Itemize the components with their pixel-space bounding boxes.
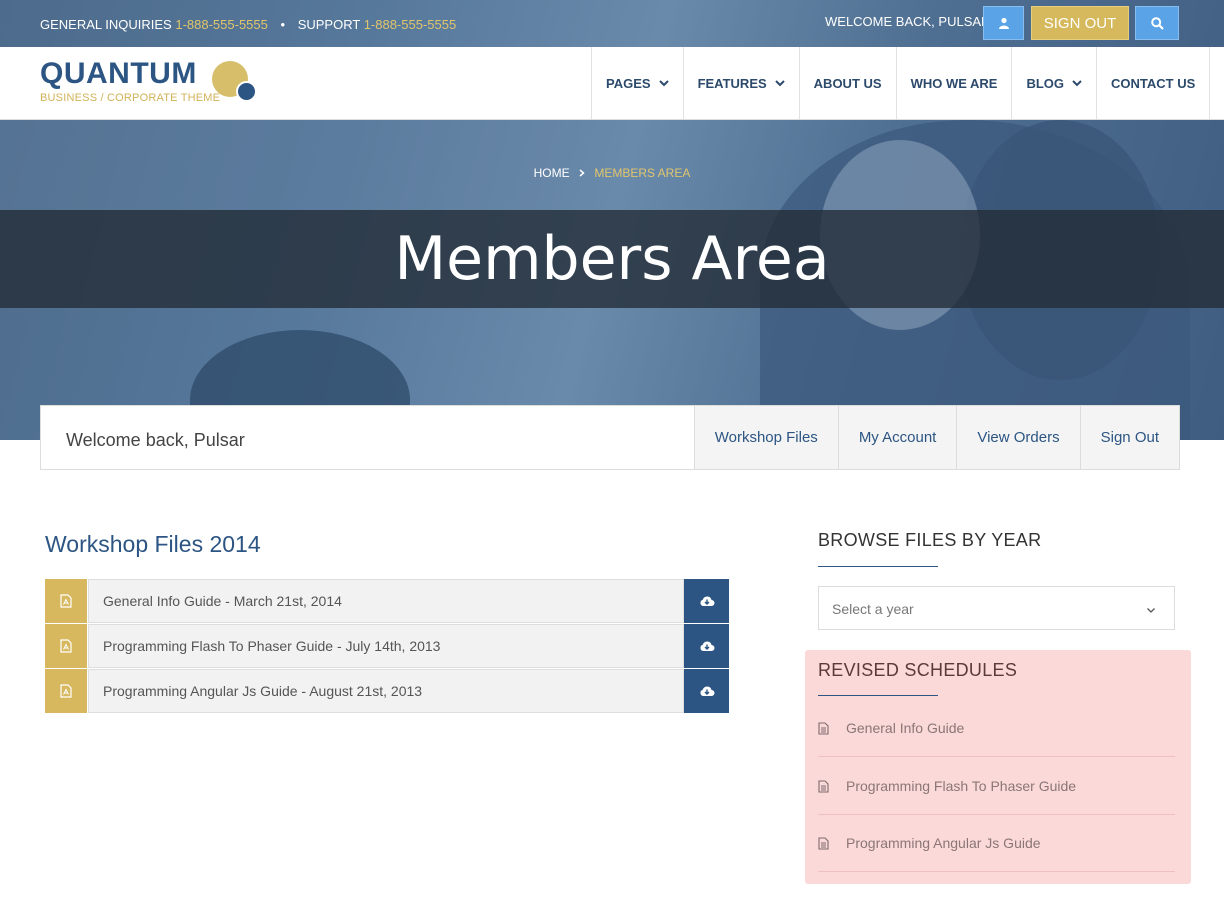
download-button[interactable] <box>684 579 729 623</box>
logo-tagline: BUSINESS / CORPORATE THEME <box>40 92 221 104</box>
separator-dot: • <box>280 17 286 32</box>
search-icon <box>1150 16 1164 30</box>
member-bar: Welcome back, Pulsar Workshop Files My A… <box>40 405 1180 470</box>
revised-schedule-item[interactable]: Programming Flash To Phaser Guide <box>818 758 1175 815</box>
main-nav: PAGES FEATURES ABOUT US WHO WE ARE BLOG … <box>591 47 1211 119</box>
revised-schedule-label: Programming Angular Js Guide <box>846 835 1041 851</box>
nav-label: CONTACT US <box>1111 75 1196 91</box>
pdf-file-icon <box>45 579 87 623</box>
logo[interactable]: QUANTUM BUSINESS / CORPORATE THEME <box>40 57 257 104</box>
chevron-down-icon <box>1072 79 1082 87</box>
support-label: SUPPORT <box>297 17 361 32</box>
document-icon <box>818 836 846 850</box>
title-underline <box>818 695 938 696</box>
revised-schedule-item[interactable]: Programming Angular Js Guide <box>818 815 1175 872</box>
breadcrumb-home[interactable]: HOME <box>534 166 570 180</box>
year-select[interactable]: Select a year <box>818 586 1175 630</box>
welcome-message: WELCOME BACK, PULSAR <box>825 14 991 29</box>
revised-schedule-item[interactable]: General Info Guide <box>818 700 1175 757</box>
logo-dot-icon <box>236 81 257 102</box>
chevron-down-icon <box>774 79 785 87</box>
site-header: QUANTUM BUSINESS / CORPORATE THEME PAGES… <box>0 47 1224 120</box>
top-bar: GENERAL INQUIRIES 1-888-555-5555 • SUPPO… <box>0 0 1224 47</box>
file-row: General Info Guide - March 21st, 2014 <box>45 579 729 623</box>
nav-item-about-us[interactable]: ABOUT US <box>800 47 897 119</box>
cloud-download-icon <box>699 641 714 651</box>
workshop-files-title: Workshop Files 2014 <box>45 531 261 557</box>
file-name-link[interactable]: Programming Flash To Phaser Guide - July… <box>88 624 684 668</box>
nav-label: ABOUT US <box>813 75 882 91</box>
download-button[interactable] <box>684 669 729 713</box>
nav-label: PAGES <box>606 75 651 91</box>
document-icon <box>818 779 846 793</box>
support-phone[interactable]: 1-888-555-5555 <box>364 17 457 32</box>
browse-by-year-title: BROWSE FILES BY YEAR <box>818 530 1042 550</box>
nav-item-who-we-are[interactable]: WHO WE ARE <box>897 47 1013 119</box>
breadcrumb: HOME MEMBERS AREA <box>0 166 1224 180</box>
chevron-down-icon <box>658 79 669 87</box>
search-button[interactable] <box>1135 6 1179 40</box>
document-icon <box>818 721 846 735</box>
year-select-placeholder: Select a year <box>832 601 914 617</box>
page-title-band: Members Area <box>0 210 1224 308</box>
general-inquiries-label: GENERAL INQUIRIES <box>40 17 172 32</box>
pdf-file-icon <box>45 624 87 668</box>
nav-item-features[interactable]: FEATURES <box>684 47 800 119</box>
nav-label: BLOG <box>1026 75 1065 91</box>
logo-wordmark: QUANTUM <box>40 57 197 90</box>
revised-schedules-title: REVISED SCHEDULES <box>818 660 1018 680</box>
member-link-workshop-files[interactable]: Workshop Files <box>693 406 838 469</box>
title-underline <box>818 566 938 567</box>
cloud-download-icon <box>699 596 714 606</box>
nav-item-pages[interactable]: PAGES <box>592 47 684 119</box>
nav-label: FEATURES <box>697 75 767 91</box>
pdf-file-icon <box>45 669 87 713</box>
user-icon <box>998 17 1009 29</box>
revised-schedule-label: General Info Guide <box>846 720 965 736</box>
file-list: General Info Guide - March 21st, 2014 Pr… <box>45 579 729 714</box>
page-title: Members Area <box>394 224 830 294</box>
chevron-right-icon <box>579 166 585 180</box>
member-greeting: Welcome back, Pulsar <box>66 430 245 450</box>
nav-label: WHO WE ARE <box>910 75 998 91</box>
member-links: Workshop Files My Account View Orders Si… <box>693 406 1179 469</box>
general-inquiries-phone[interactable]: 1-888-555-5555 <box>175 17 268 32</box>
sign-out-button[interactable]: SIGN OUT <box>1031 6 1129 40</box>
file-row: Programming Angular Js Guide - August 21… <box>45 669 729 713</box>
nav-item-blog[interactable]: BLOG <box>1012 47 1098 119</box>
chevron-down-icon <box>1146 601 1156 619</box>
revised-schedule-label: Programming Flash To Phaser Guide <box>846 778 1077 794</box>
nav-item-contact-us[interactable]: CONTACT US <box>1097 47 1211 119</box>
member-link-sign-out[interactable]: Sign Out <box>1079 406 1179 469</box>
cloud-download-icon <box>699 686 714 696</box>
contact-info: GENERAL INQUIRIES 1-888-555-5555 • SUPPO… <box>40 17 456 32</box>
member-link-view-orders[interactable]: View Orders <box>956 406 1080 469</box>
revised-schedules-panel: REVISED SCHEDULES General Info Guide Pro… <box>805 650 1191 884</box>
member-link-my-account[interactable]: My Account <box>837 406 957 469</box>
breadcrumb-current: MEMBERS AREA <box>594 166 691 180</box>
user-account-button[interactable] <box>983 6 1024 40</box>
file-row: Programming Flash To Phaser Guide - July… <box>45 624 729 668</box>
file-name-link[interactable]: Programming Angular Js Guide - August 21… <box>88 669 684 713</box>
file-name-link[interactable]: General Info Guide - March 21st, 2014 <box>88 579 684 623</box>
download-button[interactable] <box>684 624 729 668</box>
